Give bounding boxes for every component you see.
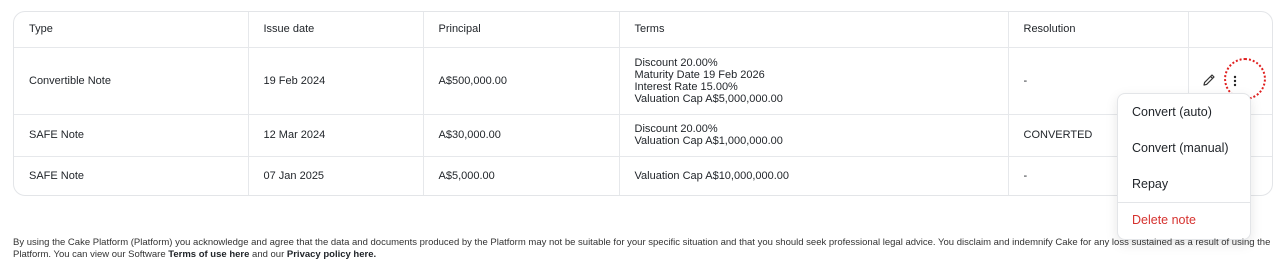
- terms-line: Valuation Cap A$10,000,000.00: [634, 170, 790, 183]
- terms-line: Discount 20.00%: [634, 56, 718, 69]
- header-actions: [1188, 12, 1272, 48]
- notes-table: Type Issue date Principal Terms Resoluti…: [14, 12, 1272, 195]
- terms-line: Maturity Date 19 Feb 2026: [634, 68, 765, 81]
- menu-item-delete-note[interactable]: Delete note: [1132, 213, 1196, 227]
- cell-terms: Discount 20.00% Maturity Date 19 Feb 202…: [619, 47, 1009, 115]
- header-type: Type: [14, 12, 249, 48]
- cell-issue-date: 12 Mar 2024: [248, 114, 424, 157]
- terms-line: Valuation Cap A$1,000,000.00: [634, 135, 783, 147]
- header-resolution: Resolution: [1008, 12, 1189, 48]
- menu-item-convert-auto[interactable]: Convert (auto): [1132, 105, 1212, 119]
- cell-terms: Discount 20.00% Valuation Cap A$1,000,00…: [619, 114, 1009, 157]
- menu-item-convert-manual[interactable]: Convert (manual): [1132, 141, 1229, 155]
- terms-of-use-link[interactable]: Terms of use here: [168, 249, 249, 260]
- cell-principal: A$30,000.00: [423, 114, 620, 157]
- privacy-policy-link[interactable]: Privacy policy here.: [287, 249, 376, 260]
- menu-divider: [1118, 202, 1250, 203]
- pencil-icon[interactable]: [1201, 72, 1217, 88]
- cell-issue-date: 07 Jan 2025: [248, 156, 424, 195]
- cell-type: SAFE Note: [14, 114, 249, 157]
- disclaimer-text: and our: [249, 249, 287, 260]
- cell-principal: A$5,000.00: [423, 156, 620, 195]
- table-row: SAFE Note 07 Jan 2025 A$5,000.00 Valuati…: [14, 156, 1272, 195]
- table-header-row: Type Issue date Principal Terms Resoluti…: [14, 12, 1272, 48]
- legal-disclaimer: By using the Cake Platform (Platform) yo…: [13, 237, 1273, 261]
- cell-issue-date: 19 Feb 2024: [248, 47, 424, 115]
- header-issue-date: Issue date: [248, 12, 424, 48]
- terms-line: Discount 20.00%: [634, 123, 718, 135]
- table-row: SAFE Note 12 Mar 2024 A$30,000.00 Discou…: [14, 114, 1272, 157]
- cell-type: SAFE Note: [14, 156, 249, 195]
- terms-line: Interest Rate 15.00%: [634, 80, 738, 93]
- header-principal: Principal: [423, 12, 620, 48]
- cell-terms: Valuation Cap A$10,000,000.00: [619, 156, 1009, 195]
- cell-principal: A$500,000.00: [423, 47, 620, 115]
- table-row: Convertible Note 19 Feb 2024 A$500,000.0…: [14, 47, 1272, 115]
- header-terms: Terms: [619, 12, 1009, 48]
- terms-line: Valuation Cap A$5,000,000.00: [634, 92, 783, 105]
- actions-dropdown-menu: Convert (auto) Convert (manual) Repay De…: [1117, 93, 1251, 240]
- cell-type: Convertible Note: [14, 47, 249, 115]
- notes-table-card: Type Issue date Principal Terms Resoluti…: [13, 11, 1273, 196]
- menu-item-repay[interactable]: Repay: [1132, 177, 1168, 191]
